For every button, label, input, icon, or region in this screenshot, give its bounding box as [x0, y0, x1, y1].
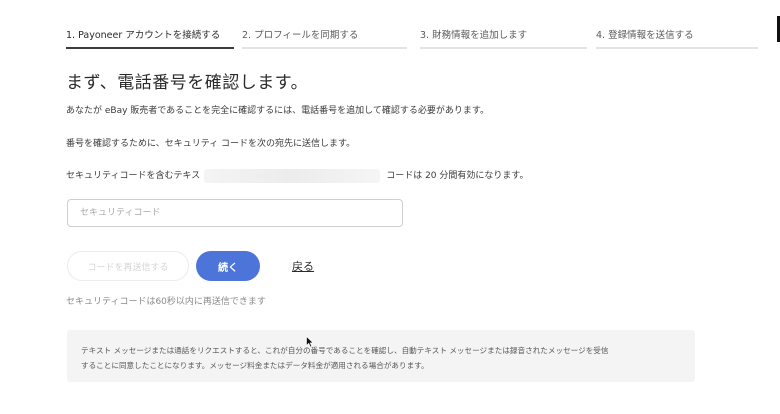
consent-notice-line1: テキスト メッセージまたは通話をリクエストすると、これが自分の番号であることを確… — [81, 346, 609, 355]
send-code-description: 番号を確認するために、セキュリティ コードを次の宛先に送信します。 — [66, 139, 356, 149]
consent-notice-line2: することに同意したことになります。メッセージ料金またはデータ料金が適用される場合… — [81, 361, 429, 370]
code-validity-suffix: コードは 20 分間有効になります。 — [386, 171, 529, 181]
step-add-financial-info: 3. 財務情報を追加します — [420, 27, 587, 49]
step-connect-account: 1. Payoneer アカウントを接続する — [66, 27, 234, 49]
mouse-cursor-icon — [306, 336, 314, 348]
security-code-input[interactable] — [67, 199, 403, 227]
page: 1. Payoneer アカウントを接続する 2. プロフィールを同期する 3.… — [0, 0, 780, 414]
code-validity-description: セキュリティコードを含むテキス コードは 20 分間有効になります。 — [66, 168, 528, 183]
resend-timer-note: セキュリティコードは60秒以内に再送信できます — [66, 297, 266, 307]
code-validity-prefix: セキュリティコードを含むテキス — [66, 171, 201, 181]
step-sync-profile: 2. プロフィールを同期する — [242, 27, 407, 49]
resend-code-button[interactable]: コードを再送信する — [67, 251, 189, 281]
consent-notice: テキスト メッセージまたは通話をリクエストすると、これが自分の番号であることを確… — [67, 330, 695, 382]
verify-description: あなたが eBay 販売者であることを完全に確認するには、電話番号を追加して確認… — [66, 106, 490, 116]
page-title: まず、電話番号を確認します。 — [66, 73, 309, 93]
back-link[interactable]: 戻る — [292, 258, 314, 274]
step-submit-registration: 4. 登録情報を送信する — [596, 27, 758, 49]
redacted-phone-number — [204, 168, 381, 183]
progress-steps: 1. Payoneer アカウントを接続する 2. プロフィールを同期する 3.… — [66, 27, 758, 49]
continue-button[interactable]: 続く — [196, 251, 260, 281]
